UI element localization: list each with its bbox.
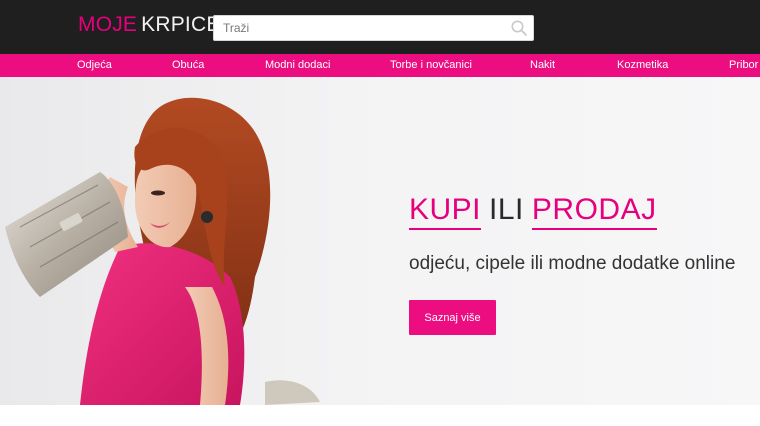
headline-prodaj: PRODAJ [531,193,657,230]
hero-headline: KUPI ILI PRODAJ [409,193,657,230]
top-bar: MOJE KRPICE [0,0,760,54]
logo-text-krpice: KRPICE [141,13,221,36]
saznaj-vise-button[interactable]: Saznaj više [409,300,496,335]
search-box [213,15,534,41]
logo-text-moje: MOJE [78,13,138,36]
nav-item-modni-dodaci[interactable]: Modni dodaci [265,59,330,71]
nav-item-odjeca[interactable]: Odjeća [77,59,112,71]
hero-subtitle: odjeću, cipele ili modne dodatke online [409,253,736,274]
below-hero-area [0,405,760,426]
hero-banner: KUPI ILI PRODAJ odjeću, cipele ili modne d… [0,77,760,405]
site-logo[interactable]: MOJE KRPICE [78,13,221,37]
headline-kupi: KUPI [409,193,482,230]
category-nav: Odjeća Obuća Modni dodaci Torbe i novčan… [0,54,760,77]
search-icon[interactable] [510,19,528,37]
nav-item-pribor[interactable]: Pribor z [729,59,760,71]
hero-model-image [5,97,320,405]
search-input[interactable] [214,16,504,40]
nav-item-nakit[interactable]: Nakit [530,59,555,71]
nav-item-obuca[interactable]: Obuća [172,59,204,71]
nav-item-kozmetika[interactable]: Kozmetika [617,59,668,71]
headline-ili: ILI [489,193,524,226]
nav-item-torbe-i-novcanici[interactable]: Torbe i novčanici [390,59,472,71]
